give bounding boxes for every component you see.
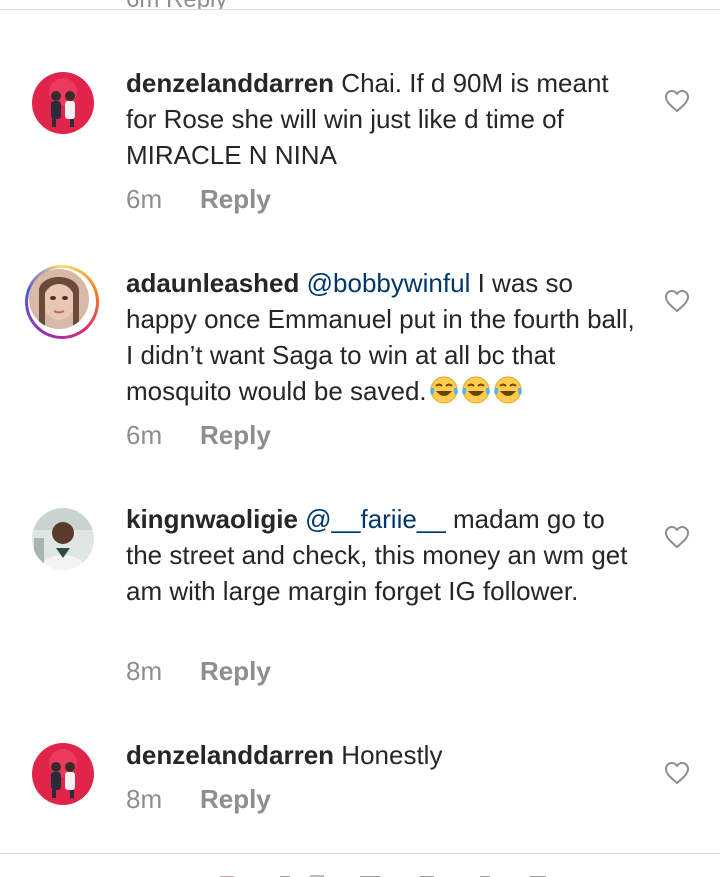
laughing-emoji-icon	[429, 376, 458, 404]
comment-time: 8m	[126, 784, 163, 814]
next-row-cut	[200, 868, 600, 877]
mention-link[interactable]: @__fariie__	[305, 504, 446, 534]
avatar[interactable]	[32, 72, 94, 134]
heart-icon[interactable]	[664, 289, 690, 313]
comment-username[interactable]: adaunleashed	[126, 268, 299, 298]
comment-time: 8m	[126, 656, 163, 686]
comment-text: adaunleashed @bobbywinful I was so happy…	[126, 265, 646, 409]
comment-meta: 6m Reply	[126, 420, 271, 451]
laughing-emoji-icon	[461, 376, 490, 404]
comment-time: 6m	[126, 420, 163, 450]
reply-button[interactable]: Reply	[200, 656, 271, 686]
avatar	[29, 269, 89, 329]
avatar[interactable]	[32, 508, 94, 570]
heart-icon[interactable]	[664, 761, 690, 785]
heart-icon[interactable]	[664, 89, 690, 113]
reply-button[interactable]: Reply	[200, 184, 271, 214]
laughing-emoji-icon	[493, 376, 522, 404]
mention-link[interactable]: @bobbywinful	[307, 268, 471, 298]
previous-comment-cut: 6m Reply	[0, 0, 720, 10]
comment-meta: 8m Reply	[126, 784, 271, 815]
laughing-emoji-group	[427, 376, 523, 406]
comment-text: denzelanddarren Honestly	[126, 737, 646, 773]
avatar-story-ring[interactable]	[25, 265, 99, 339]
comment-text: denzelanddarren Chai. If d 90M is meant …	[126, 65, 646, 173]
comment-meta: 8m Reply	[126, 656, 271, 687]
comment-meta: 6m Reply	[126, 184, 271, 215]
comment-text: kingnwaoligie @__fariie__ madam go to th…	[126, 501, 646, 609]
comment-username[interactable]: kingnwaoligie	[126, 504, 298, 534]
comment-username[interactable]: denzelanddarren	[126, 68, 334, 98]
reply-button[interactable]: Reply	[200, 420, 271, 450]
comment-username[interactable]: denzelanddarren	[126, 740, 334, 770]
comment-body: Honestly	[341, 740, 443, 770]
heart-icon[interactable]	[664, 525, 690, 549]
reply-button[interactable]: Reply	[200, 784, 271, 814]
divider	[0, 853, 720, 854]
avatar[interactable]	[32, 743, 94, 805]
comment-time: 6m	[126, 184, 163, 214]
previous-comment-meta: 6m Reply	[126, 0, 227, 9]
